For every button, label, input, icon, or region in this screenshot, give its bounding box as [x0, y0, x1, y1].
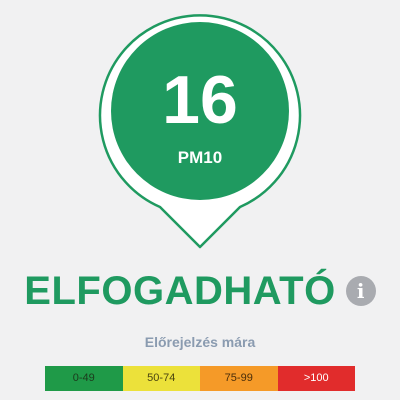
legend-label-bad: >100	[303, 372, 329, 384]
legend-segment-good: 0-49	[45, 366, 123, 391]
legend-segment-bad: >100	[277, 366, 355, 391]
legend-segment-moderate: 50-74	[122, 366, 200, 391]
air-quality-screen: 16 PM10 ELFOGADHATÓ i Előrejelzés mára 0…	[0, 0, 400, 400]
legend-label-good: 0-49	[72, 372, 95, 384]
legend-label-moderate: 50-74	[147, 372, 176, 384]
reading-pin-marker: 16 PM10	[0, 0, 400, 250]
air-quality-status: ELFOGADHATÓ	[24, 269, 336, 313]
status-row: ELFOGADHATÓ i	[0, 266, 400, 316]
forecast-label: Előrejelzés mára	[144, 334, 256, 350]
pollutant-name: PM10	[177, 148, 223, 167]
pollution-value: 16	[162, 62, 238, 138]
legend-segment-poor: 75-99	[200, 366, 278, 391]
info-icon[interactable]: i	[345, 276, 376, 306]
info-glyph: i	[356, 279, 365, 303]
legend-label-poor: 75-99	[224, 372, 253, 384]
legend-scale: 0-49 50-74 75-99 >100	[45, 366, 355, 391]
